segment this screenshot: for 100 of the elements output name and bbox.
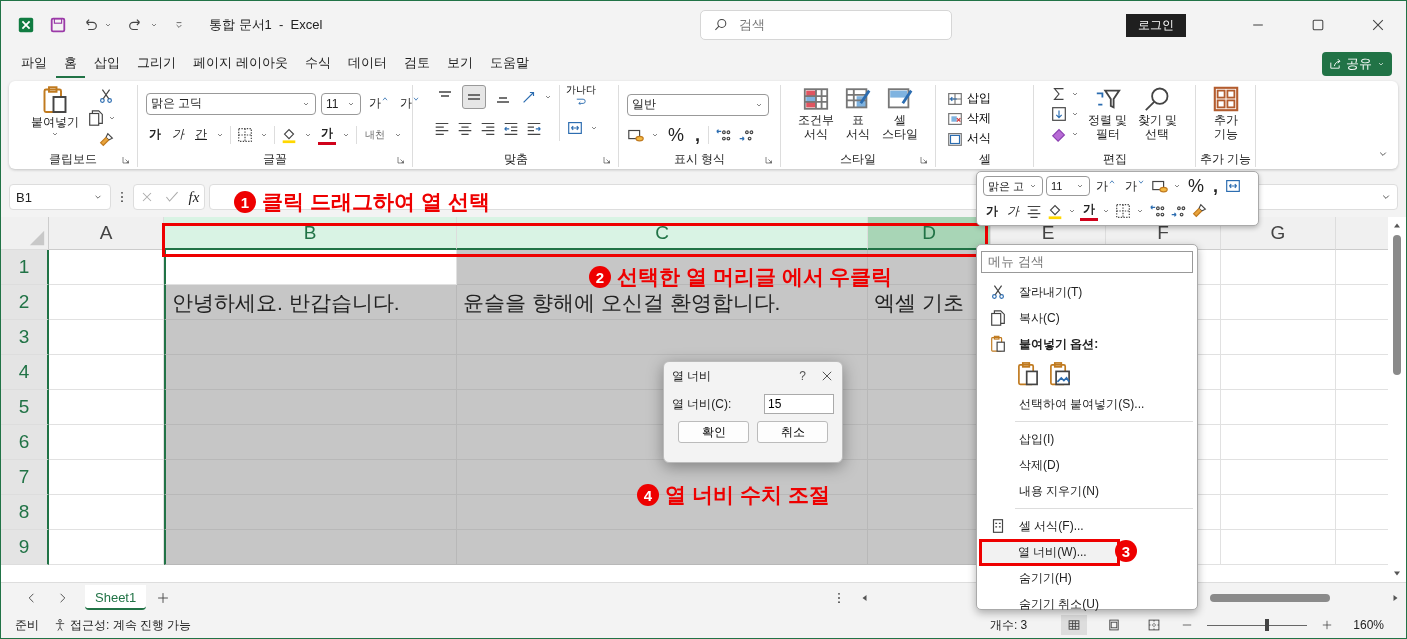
cells-button[interactable]: 서식 [944,129,993,148]
menu-item[interactable]: 열 너비(W)... [979,538,1120,566]
copy-icon[interactable] [87,109,105,127]
increase-font-button[interactable]: 가 [1093,177,1119,195]
name-box[interactable]: B1 [9,184,111,210]
style-button[interactable]: 조건부 서식 [796,85,836,141]
ribbon-tab[interactable]: 페이지 레이아웃 [185,50,296,78]
ribbon-tab[interactable]: 보기 [438,50,481,78]
close-icon[interactable] [1370,17,1386,33]
zoom-level[interactable]: 160% [1353,618,1384,632]
slider-thumb[interactable] [1265,619,1270,631]
vertical-align-icon[interactable] [461,85,486,109]
dialog-launcher-icon[interactable] [764,155,774,165]
comma-button[interactable]: , [692,125,704,144]
dialog-launcher-icon[interactable] [602,155,612,165]
phonetic-button[interactable]: 내천 [362,127,388,142]
wrap-text-button[interactable]: 가나다 [565,85,596,109]
fill-down-icon[interactable] [1050,105,1069,123]
ribbon-tab[interactable]: 검토 [395,50,438,78]
maximize-icon[interactable] [1310,17,1326,33]
menu-item[interactable]: 숨기기(H) [1015,566,1076,590]
row-header[interactable]: 2 [1,285,49,320]
borders-icon[interactable] [1114,202,1132,220]
cells-button[interactable]: 삭제 [944,109,993,128]
add-ins-button[interactable]: 추가 기능 [1209,85,1242,141]
row-header[interactable]: 6 [1,425,49,460]
merge-cells-icon[interactable] [565,119,584,137]
row-header[interactable]: 3 [1,320,49,355]
comma-button[interactable]: , [1210,177,1222,195]
scroll-left-icon[interactable] [860,592,870,603]
menu-item[interactable]: 셀 서식(F)... [1015,514,1088,538]
italic-button[interactable]: 가 [1004,202,1022,220]
dialog-launcher-icon[interactable] [396,155,406,165]
customize-toolbar-icon[interactable] [173,19,185,31]
font-color-button[interactable]: 가 [318,124,336,145]
save-icon[interactable] [49,16,67,34]
row-header[interactable]: 5 [1,390,49,425]
cells-button[interactable]: 삽입 [944,89,993,108]
clipboard-picture-icon[interactable] [1047,361,1073,387]
font-style-button[interactable]: 간 [192,126,210,143]
number-format-dropdown[interactable]: 일반 [627,93,769,116]
bold-button[interactable]: 가 [983,202,1001,220]
menu-item[interactable]: 내용 지우기(N) [1015,479,1103,503]
ribbon-tab[interactable]: 도움말 [481,50,537,78]
menu-item[interactable]: 삭제(D) [1015,453,1064,477]
normal-view-icon[interactable] [1061,615,1088,635]
font-name-dropdown[interactable]: 맑은 고딕 [146,92,316,115]
ribbon-tab[interactable]: 삽입 [86,50,128,78]
insert-function-button[interactable]: fx [188,188,200,206]
font-size-dropdown[interactable]: 11 [1046,176,1090,196]
dialog-launcher-icon[interactable] [919,155,929,165]
font-name-dropdown[interactable]: 맑은 고 [983,176,1043,196]
menu-item[interactable]: 잘라내기(T) [1015,280,1087,304]
editing-button[interactable]: 정렬 및 필터 [1086,85,1130,141]
row-header[interactable]: 4 [1,355,49,390]
dialog-button[interactable]: 취소 [757,421,828,443]
clipboard-icon[interactable] [1015,361,1041,387]
ribbon-tab[interactable]: 그리기 [129,50,184,78]
style-button[interactable]: 표 서식 [842,85,874,141]
decrease-font-button[interactable]: 가 [1122,177,1148,195]
column-width-field[interactable]: 15 [764,394,834,414]
accessibility-button[interactable]: 접근성: 계속 진행 가능 [53,616,192,634]
menu-item[interactable]: 복사(C) [1015,306,1064,330]
menu-item[interactable]: 숨기기 취소(U) [1015,592,1103,616]
fill-bucket-icon[interactable] [1046,202,1064,220]
merge-cells-icon[interactable] [1224,177,1243,195]
column-header[interactable]: A [49,217,164,250]
scroll-up-icon[interactable] [1392,221,1402,231]
menu-search-field[interactable]: 메뉴 검색 [981,251,1193,273]
percent-button[interactable]: % [1185,177,1207,195]
paintbrush-icon[interactable] [97,131,115,149]
increase-font-button[interactable]: 가 [366,95,392,112]
paste-button[interactable]: 붙여넣기 [29,85,81,139]
sign-in-button[interactable]: 로그인 [1126,13,1186,37]
decrease-font-button[interactable]: 가 [397,95,423,112]
ribbon-tab[interactable]: 파일 [13,50,55,78]
font-color-button[interactable]: 가 [1080,201,1098,221]
scissors-icon[interactable] [97,87,115,105]
close-icon[interactable] [820,369,834,383]
font-style-button[interactable]: 가 [169,126,187,143]
editing-button[interactable]: 찾기 및 선택 [1135,85,1179,141]
row-header[interactable]: 1 [1,250,49,285]
zoom-in-icon[interactable] [1321,619,1334,631]
ribbon-tab[interactable]: 데이터 [339,50,395,78]
row-header[interactable]: 7 [1,460,49,495]
row-header[interactable]: 9 [1,530,49,565]
scroll-thumb[interactable] [1210,593,1330,602]
row-header[interactable]: 8 [1,495,49,530]
zoom-slider[interactable] [1207,619,1308,631]
help-button[interactable]: ? [799,369,806,383]
sheet-tab[interactable]: Sheet1 [85,585,147,610]
paintbrush-icon[interactable] [1190,202,1208,220]
ribbon-tab[interactable]: 홈 [56,50,85,78]
percent-button[interactable]: % [665,125,687,144]
dialog-launcher-icon[interactable] [121,155,131,165]
search-field[interactable]: 검색 [700,10,952,40]
font-style-button[interactable]: 가 [146,126,164,143]
check-icon[interactable] [163,189,180,205]
font-size-dropdown[interactable]: 11 [321,92,361,115]
share-button[interactable]: 공유 [1322,52,1392,76]
